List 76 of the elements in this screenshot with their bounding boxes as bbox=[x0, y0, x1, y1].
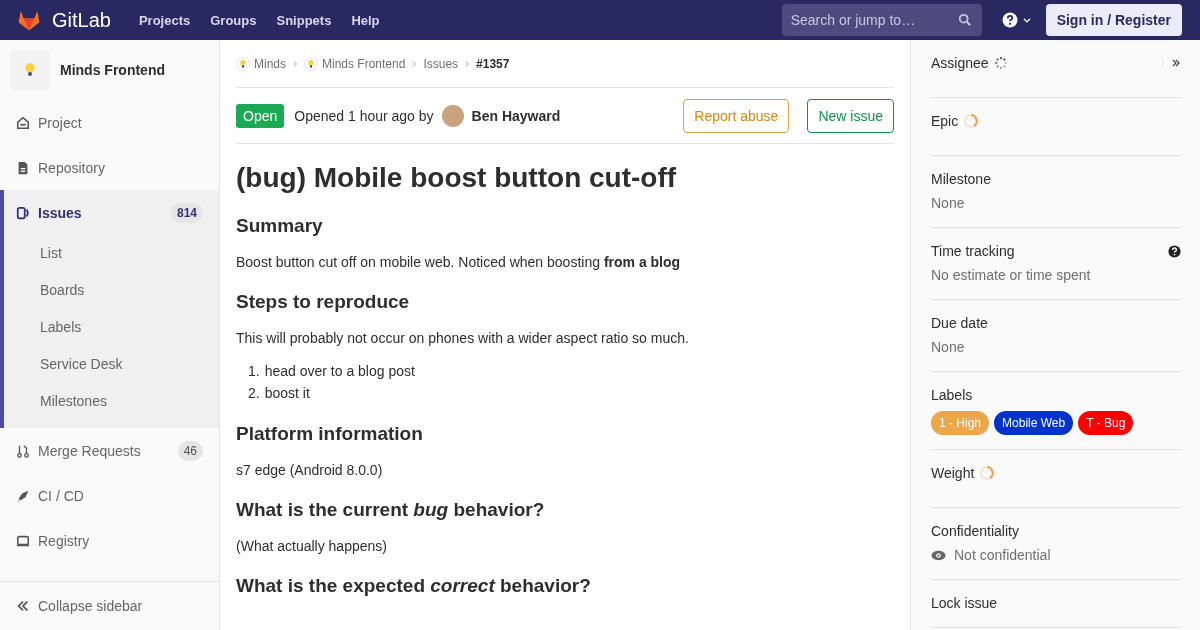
sidebar-item[interactable]: Repository bbox=[0, 145, 219, 190]
section-title: Weight bbox=[931, 464, 975, 483]
search-icon bbox=[957, 13, 972, 27]
paragraph: This will probably not occur on phones with a wider aspect ratio so much. bbox=[236, 329, 690, 348]
breadcrumb-link[interactable]: Minds bbox=[236, 56, 286, 71]
section-value: None bbox=[931, 194, 965, 213]
new-issue-button[interactable]: New issue bbox=[807, 98, 894, 133]
merge-request-icon bbox=[16, 443, 30, 458]
count-badge: 814 bbox=[170, 202, 203, 223]
double-chevron-left-icon bbox=[16, 599, 30, 613]
sidebar-subitem[interactable]: Labels bbox=[4, 309, 219, 346]
chevron-down-icon[interactable] bbox=[1021, 15, 1032, 25]
chevron-right-icon bbox=[463, 59, 472, 68]
home-icon bbox=[16, 115, 30, 130]
chevron-right-icon bbox=[291, 59, 299, 68]
paragraph: (What actually happens) bbox=[236, 537, 388, 556]
section-title: Due date bbox=[931, 314, 988, 333]
sidebar-item[interactable]: CI / CD bbox=[0, 473, 219, 518]
issue-title: (bug) Mobile boost button cut-off bbox=[236, 161, 678, 195]
section-value: No estimate or time spent bbox=[931, 266, 1091, 285]
section-value: None bbox=[931, 338, 965, 357]
section-heading: Steps to reproduce bbox=[236, 290, 411, 314]
section-heading: Platform information bbox=[236, 422, 424, 446]
section-title: Epic bbox=[931, 112, 959, 131]
sidebar-item[interactable]: Project bbox=[0, 100, 219, 145]
count-badge: 46 bbox=[177, 440, 203, 461]
nav-link[interactable]: Snippets bbox=[276, 12, 332, 28]
section-title: Milestone bbox=[931, 170, 991, 189]
report-abuse-button[interactable]: Report abuse bbox=[683, 98, 790, 133]
issues-icon bbox=[16, 205, 30, 220]
paragraph: Boost button cut off on mobile web. Noticed when boosting from a blog bbox=[236, 253, 682, 272]
list-item: head over to a blog post bbox=[264, 362, 415, 381]
logo-text[interactable]: GitLab bbox=[52, 8, 111, 32]
search-field[interactable]: Search or jump to… bbox=[781, 4, 982, 36]
project-name[interactable]: Minds Frontend bbox=[60, 62, 165, 78]
help-icon[interactable] bbox=[1168, 244, 1181, 258]
chevron-right-icon bbox=[410, 59, 419, 68]
breadcrumb-link[interactable]: Issues bbox=[423, 56, 459, 71]
help-icon[interactable] bbox=[1001, 12, 1018, 28]
author-link[interactable]: Ben Hayward bbox=[471, 107, 561, 124]
breadcrumb-link[interactable]: #1357 bbox=[476, 56, 510, 71]
sidebar-subitem[interactable]: Milestones bbox=[4, 383, 219, 420]
sidebar-item[interactable]: Issues 814 bbox=[4, 190, 219, 235]
nav-link[interactable]: Help bbox=[351, 12, 380, 28]
sidebar-subitem[interactable]: Boards bbox=[4, 272, 219, 309]
nav-link[interactable]: Groups bbox=[210, 12, 257, 28]
status-badge: Open bbox=[236, 103, 285, 128]
section-title: Time tracking bbox=[931, 242, 1015, 261]
nav-link[interactable]: Projects bbox=[138, 12, 191, 28]
section-title: Lock issue bbox=[931, 594, 998, 613]
loading-spinner-icon bbox=[979, 465, 996, 481]
paragraph: s7 edge (Android 8.0.0) bbox=[236, 461, 384, 480]
double-chevron-right-icon[interactable] bbox=[1171, 58, 1181, 68]
laptop-icon bbox=[16, 533, 30, 548]
list-item: boost it bbox=[264, 384, 310, 403]
section-title: Assignee bbox=[931, 54, 989, 73]
section-title: Labels bbox=[931, 386, 973, 405]
label-tag[interactable]: Mobile Web bbox=[994, 411, 1074, 435]
sidebar-item[interactable]: Merge Requests 46 bbox=[0, 428, 219, 473]
list-marker: 1. bbox=[248, 362, 260, 381]
document-icon bbox=[16, 160, 30, 175]
breadcrumb-link[interactable]: Minds Frontend bbox=[304, 56, 406, 71]
sidebar-item[interactable]: Registry bbox=[0, 518, 219, 563]
loading-spinner-icon bbox=[963, 113, 980, 129]
sign-in-button[interactable]: Sign in / Register bbox=[1045, 4, 1182, 36]
section-heading: What is the expected correct behavior? bbox=[236, 574, 592, 598]
sidebar-subitem[interactable]: Service Desk bbox=[4, 346, 219, 383]
loading-spinner-icon bbox=[993, 56, 1008, 70]
section-heading: Summary bbox=[236, 214, 324, 238]
opened-text: Opened 1 hour ago by bbox=[294, 107, 434, 124]
section-heading: What is the current bug behavior? bbox=[236, 498, 546, 522]
section-value: Not confidential bbox=[954, 546, 1051, 565]
sidebar-subitem[interactable]: List bbox=[4, 235, 219, 272]
label-tag[interactable]: T - Bug bbox=[1078, 411, 1134, 435]
section-title: Confidentiality bbox=[931, 522, 1019, 541]
list-marker: 2. bbox=[248, 384, 260, 403]
